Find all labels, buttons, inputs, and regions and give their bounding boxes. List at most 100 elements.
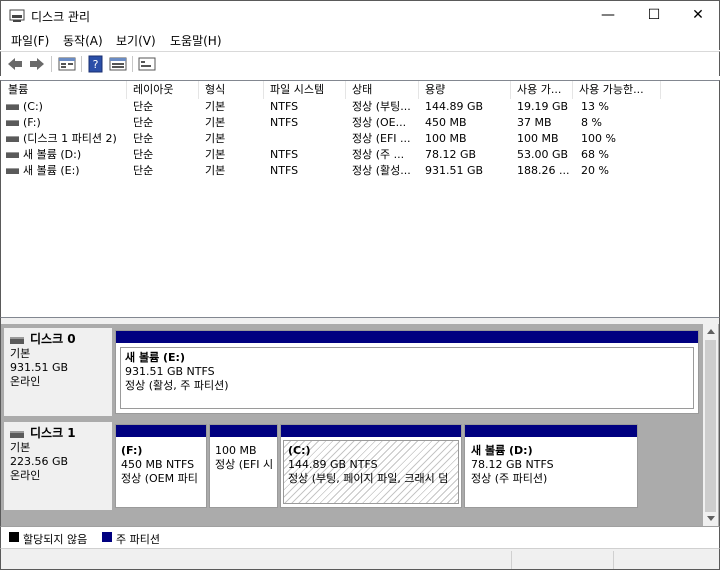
partition-d-size: 78.12 GB NTFS	[471, 458, 554, 471]
volume-name: (C:)	[23, 100, 43, 113]
partition-c-size: 144.89 GB NTFS	[288, 458, 378, 471]
volume-row[interactable]: (F:) 단순 기본 NTFS 정상 (OE... 450 MB 37 MB 8…	[2, 115, 720, 131]
volume-type: 기본	[205, 100, 226, 113]
volume-layout: 단순	[133, 164, 154, 177]
column-header-layout[interactable]: 레이아웃	[127, 81, 199, 99]
close-button[interactable]: ✕	[675, 1, 720, 31]
partition-e[interactable]: 새 볼륨 (E:) 931.51 GB NTFS 정상 (활성, 주 파티션)	[115, 330, 699, 414]
drive-icon	[6, 104, 19, 110]
column-header-free-space[interactable]: 사용 가...	[511, 81, 573, 99]
volume-name: 새 볼륨 (D:)	[23, 148, 82, 161]
volume-name: (디스크 1 파티션 2)	[23, 132, 117, 145]
volume-row[interactable]: (C:) 단순 기본 NTFS 정상 (부팅... 144.89 GB 19.1…	[2, 99, 720, 115]
volume-name: (F:)	[23, 116, 41, 129]
maximize-button[interactable]: ☐	[631, 1, 677, 31]
volume-type: 기본	[205, 132, 226, 145]
toolbar-separator	[81, 56, 82, 72]
scrollbar-thumb[interactable]	[705, 340, 716, 512]
drive-icon	[6, 136, 19, 142]
partition-c-status: 정상 (부팅, 페이지 파일, 크래시 덤	[288, 472, 449, 485]
disk-management-app-icon	[9, 9, 25, 22]
status-bar	[0, 548, 720, 570]
volume-capacity: 78.12 GB	[425, 148, 477, 161]
column-header-type[interactable]: 형식	[199, 81, 264, 99]
menu-action[interactable]: 동작(A)	[63, 32, 103, 49]
volume-percent-free: 8 %	[581, 116, 602, 129]
volume-row[interactable]: 새 볼륨 (E:) 단순 기본 NTFS 정상 (활성... 931.51 GB…	[2, 163, 720, 179]
column-header-volume[interactable]: 볼륨	[2, 81, 127, 99]
svg-text:?: ?	[93, 58, 99, 71]
column-header-percent-free[interactable]: 사용 가능한...	[573, 81, 661, 99]
status-separator	[511, 551, 512, 569]
toolbar: ?	[0, 51, 720, 76]
properties-view-icon[interactable]	[108, 55, 128, 73]
partition-f-title: (F:)	[121, 444, 143, 457]
volume-name: 새 볼륨 (E:)	[23, 164, 80, 177]
disk-icon	[10, 336, 24, 344]
partition-e-title: 새 볼륨 (E:)	[125, 351, 185, 364]
legend-unallocated: 할당되지 않음	[23, 533, 88, 546]
disk-1-state: 온라인	[10, 469, 41, 482]
scroll-up-icon[interactable]	[707, 329, 715, 334]
volume-layout: 단순	[133, 116, 154, 129]
forward-icon[interactable]	[27, 55, 47, 73]
partition-f[interactable]: (F:) 450 MB NTFS 정상 (OEM 파티	[115, 424, 207, 508]
drive-icon	[6, 152, 19, 158]
volume-percent-free: 13 %	[581, 100, 609, 113]
partition-d[interactable]: 새 볼륨 (D:) 78.12 GB NTFS 정상 (주 파티션)	[464, 424, 638, 508]
scroll-down-icon[interactable]	[707, 516, 715, 521]
volume-status: 정상 (EFI ...	[352, 132, 411, 145]
primary-partition-swatch	[102, 532, 112, 542]
partition-c[interactable]: (C:) 144.89 GB NTFS 정상 (부팅, 페이지 파일, 크래시 …	[280, 424, 462, 508]
volume-status: 정상 (OE...	[352, 116, 407, 129]
volume-row[interactable]: (디스크 1 파티션 2) 단순 기본 정상 (EFI ... 100 MB 1…	[2, 131, 720, 147]
disk-list-view-icon[interactable]	[57, 55, 77, 73]
legend-bar: 할당되지 않음 주 파티션	[0, 526, 720, 548]
primary-partition-bar	[116, 425, 206, 437]
volume-free-space: 37 MB	[517, 116, 552, 129]
menu-bar: 파일(F) 동작(A) 보기(V) 도움말(H)	[0, 30, 720, 50]
volume-list: 볼륨 레이아웃 형식 파일 시스템 상태 용량 사용 가... 사용 가능한..…	[0, 80, 720, 318]
partition-efi[interactable]: 100 MB 정상 (EFI 시	[209, 424, 278, 508]
menu-view[interactable]: 보기(V)	[116, 32, 156, 49]
disk-1-info[interactable]: 디스크 1 기본 223.56 GB 온라인	[4, 422, 112, 510]
volume-status: 정상 (주 ...	[352, 148, 405, 161]
maximize-icon: ☐	[647, 7, 661, 23]
volume-capacity: 100 MB	[425, 132, 467, 145]
partition-e-size: 931.51 GB NTFS	[125, 365, 215, 378]
volume-percent-free: 68 %	[581, 148, 609, 161]
partition-efi-size: 100 MB	[215, 444, 257, 457]
column-header-filesystem[interactable]: 파일 시스템	[264, 81, 346, 99]
volume-capacity: 450 MB	[425, 116, 467, 129]
primary-partition-bar	[281, 425, 461, 437]
menu-file[interactable]: 파일(F)	[11, 32, 49, 49]
minimize-button[interactable]: —	[585, 1, 631, 31]
volume-capacity: 931.51 GB	[425, 164, 484, 177]
minimize-icon: —	[601, 7, 615, 23]
partition-f-size: 450 MB NTFS	[121, 458, 195, 471]
disk-graphical-pane: 디스크 0 기본 931.51 GB 온라인 새 볼륨 (E:) 931.51 …	[0, 324, 720, 526]
help-icon[interactable]: ?	[86, 55, 106, 73]
disk-0-size: 931.51 GB	[10, 361, 69, 374]
volume-filesystem: NTFS	[270, 116, 299, 129]
disk-0-state: 온라인	[10, 375, 41, 388]
volume-status: 정상 (활성...	[352, 164, 411, 177]
volume-layout: 단순	[133, 100, 154, 113]
partition-f-status: 정상 (OEM 파티	[121, 472, 198, 485]
legend-primary-partition: 주 파티션	[116, 533, 160, 546]
partition-efi-status: 정상 (EFI 시	[215, 458, 274, 471]
menu-help[interactable]: 도움말(H)	[170, 32, 222, 49]
volume-row[interactable]: 새 볼륨 (D:) 단순 기본 NTFS 정상 (주 ... 78.12 GB …	[2, 147, 720, 163]
column-header-capacity[interactable]: 용량	[419, 81, 511, 99]
vertical-scrollbar[interactable]	[703, 324, 718, 526]
partition-c-title: (C:)	[288, 444, 311, 457]
close-icon: ✕	[692, 7, 704, 23]
console-icon[interactable]	[137, 55, 157, 73]
column-header-status[interactable]: 상태	[346, 81, 419, 99]
back-icon[interactable]	[5, 55, 25, 73]
disk-0-info[interactable]: 디스크 0 기본 931.51 GB 온라인	[4, 328, 112, 416]
status-separator	[613, 551, 614, 569]
volume-capacity: 144.89 GB	[425, 100, 484, 113]
disk-0-name: 디스크 0	[30, 332, 76, 346]
primary-partition-bar	[116, 331, 698, 343]
